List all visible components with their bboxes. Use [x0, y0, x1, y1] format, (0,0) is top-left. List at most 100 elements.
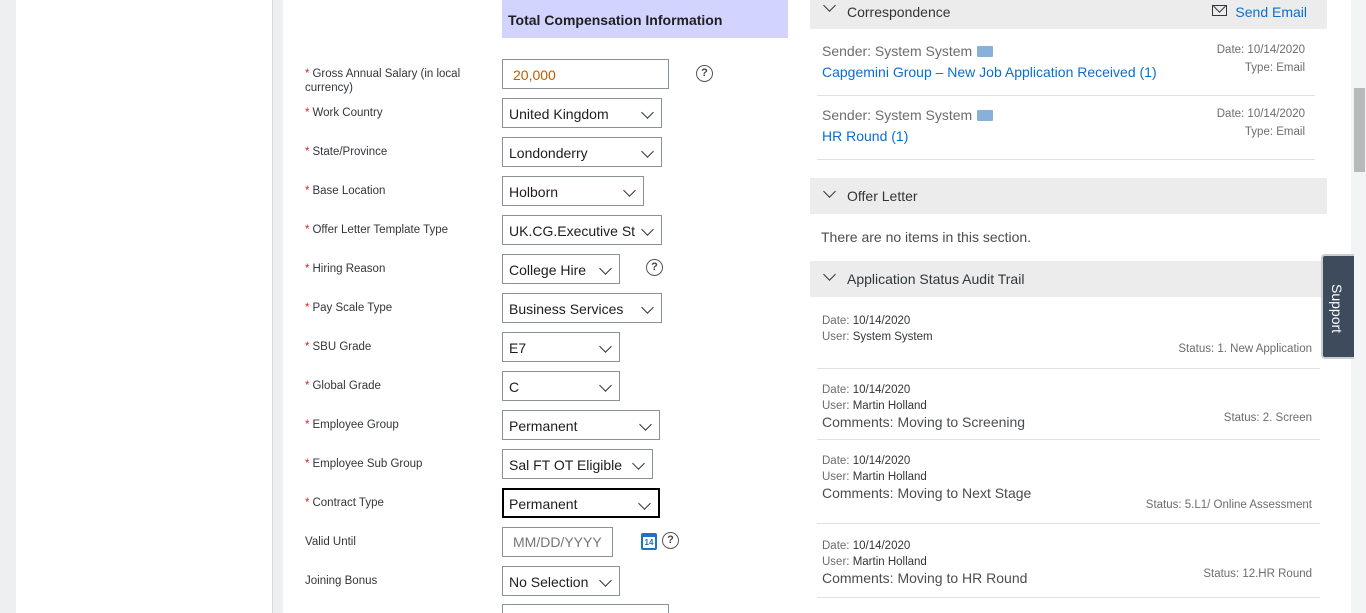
chevron-down-icon	[599, 262, 612, 275]
help-icon[interactable]: ?	[662, 532, 679, 549]
required-mark: *	[305, 146, 310, 158]
field-label: * Global Grade	[305, 380, 381, 392]
compensation-form: Total Compensation Information * Gross An…	[283, 0, 803, 613]
chevron-down-icon	[641, 223, 654, 236]
offer-template-select[interactable]: UK.CG.Executive St	[502, 215, 662, 245]
state-select[interactable]: Londonderry	[502, 137, 662, 167]
required-mark: *	[305, 341, 310, 353]
contact-card-icon[interactable]	[977, 110, 994, 121]
audit-date: Date: 10/14/2020	[822, 455, 911, 467]
help-icon[interactable]: ?	[646, 259, 663, 276]
chevron-down-icon[interactable]	[823, 185, 836, 198]
chevron-down-icon[interactable]	[823, 0, 836, 12]
correspondence-item: Sender: System System HR Round (1) Date:…	[817, 96, 1315, 160]
base-location-select[interactable]: Holborn	[502, 176, 644, 206]
chevron-down-icon	[641, 145, 654, 158]
work-country-select[interactable]: United Kingdom	[502, 98, 662, 128]
audit-item: Date: 10/14/2020 User: Martin Holland Co…	[817, 382, 1320, 440]
field-label: * Gross Annual Salary (in local currency)	[305, 68, 461, 94]
section-title: Offer Letter	[847, 188, 918, 204]
field-label: * Offer Letter Template Type	[305, 224, 449, 236]
audit-item: Date: 10/14/2020 User: System System Sta…	[817, 313, 1320, 369]
audit-date: Date: 10/14/2020	[822, 315, 911, 327]
corr-meta: Date: 10/14/2020 Type: Email	[1216, 44, 1305, 74]
required-mark: *	[305, 497, 310, 509]
field-label: * Employee Group	[305, 419, 399, 431]
next-field-input[interactable]	[502, 604, 669, 613]
field-label: * State/Province	[305, 146, 388, 158]
corr-sender: Sender: System System	[822, 43, 994, 59]
field-label: Valid Until	[305, 536, 356, 548]
corr-message-link[interactable]: HR Round (1)	[822, 128, 908, 144]
calendar-icon[interactable]: 14	[641, 533, 657, 550]
send-email-link[interactable]: Send Email	[1235, 4, 1307, 20]
audit-item: Date: 10/14/2020 User: Martin Holland Co…	[817, 538, 1320, 598]
chevron-down-icon	[639, 418, 652, 431]
required-mark: *	[305, 224, 310, 236]
field-label: Joining Bonus	[305, 575, 378, 587]
audit-status: Status: 12.HR Round	[1203, 568, 1312, 580]
field-label: * SBU Grade	[305, 341, 372, 353]
mid-gutter	[273, 0, 283, 613]
scrollbar-thumb[interactable]	[1354, 88, 1365, 172]
left-gutter	[0, 0, 16, 613]
chevron-down-icon	[599, 379, 612, 392]
contract-type-select[interactable]: Permanent	[502, 488, 660, 518]
employee-sub-group-select[interactable]: Sal FT OT Eligible	[502, 449, 653, 479]
chevron-down-icon[interactable]	[823, 268, 836, 281]
required-mark: *	[305, 107, 310, 119]
field-label: * Pay Scale Type	[305, 302, 393, 314]
support-label: Support	[1329, 284, 1345, 334]
corr-sender: Sender: System System	[822, 107, 994, 123]
chevron-down-icon	[599, 340, 612, 353]
pay-scale-select[interactable]: Business Services	[502, 293, 662, 323]
chevron-down-icon	[641, 301, 654, 314]
required-mark: *	[305, 68, 310, 80]
hiring-reason-select[interactable]: College Hire	[502, 254, 620, 284]
help-icon[interactable]: ?	[696, 65, 713, 82]
contact-card-icon[interactable]	[977, 46, 994, 57]
chevron-down-icon	[641, 106, 654, 119]
joining-bonus-select[interactable]: No Selection	[502, 566, 620, 596]
sbu-grade-select[interactable]: E7	[502, 332, 620, 362]
section-title: Correspondence	[847, 4, 951, 20]
gross-salary-input[interactable]: 20,000	[502, 59, 669, 89]
global-grade-select[interactable]: C	[502, 371, 620, 401]
offer-letter-section-header[interactable]: Offer Letter	[810, 178, 1327, 214]
correspondence-item: Sender: System System Capgemini Group – …	[817, 32, 1315, 96]
audit-date: Date: 10/14/2020	[822, 384, 911, 396]
required-mark: *	[305, 263, 310, 275]
required-mark: *	[305, 458, 310, 470]
corr-meta: Date: 10/14/2020 Type: Email	[1216, 108, 1305, 138]
field-label: * Work Country	[305, 107, 383, 119]
chevron-down-icon	[599, 574, 612, 587]
employee-group-select[interactable]: Permanent	[502, 410, 660, 440]
offer-letter-empty-message: There are no items in this section.	[821, 229, 1032, 245]
audit-date: Date: 10/14/2020	[822, 540, 911, 552]
section-title: Application Status Audit Trail	[847, 271, 1025, 287]
field-label: * Contract Type	[305, 497, 384, 509]
valid-until-date-input[interactable]	[502, 527, 613, 557]
audit-status: Status: 5.L1/ Online Assessment	[1145, 499, 1312, 511]
field-label: * Employee Sub Group	[305, 458, 423, 470]
chevron-down-icon	[632, 457, 645, 470]
field-label: * Base Location	[305, 185, 386, 197]
left-panel	[16, 0, 273, 613]
required-mark: *	[305, 419, 310, 431]
required-mark: *	[305, 302, 310, 314]
chevron-down-icon	[623, 184, 636, 197]
section-title: Total Compensation Information	[502, 0, 788, 38]
required-mark: *	[305, 380, 310, 392]
audit-status: Status: 1. New Application	[1178, 343, 1312, 355]
right-panel: Correspondence Send Email Sender: System…	[803, 0, 1351, 613]
correspondence-section-header[interactable]: Correspondence Send Email	[810, 0, 1327, 29]
corr-message-link[interactable]: Capgemini Group – New Job Application Re…	[822, 64, 1157, 80]
audit-trail-section-header[interactable]: Application Status Audit Trail	[810, 261, 1327, 297]
audit-status: Status: 2. Screen	[1223, 412, 1312, 424]
field-label: * Hiring Reason	[305, 263, 386, 275]
audit-user: User: Martin Holland	[822, 471, 927, 483]
support-tab[interactable]: Support	[1321, 254, 1354, 359]
mail-icon[interactable]	[1212, 5, 1227, 16]
audit-item: Date: 10/14/2020 User: Martin Holland Co…	[817, 453, 1320, 524]
chevron-down-icon	[638, 497, 651, 510]
